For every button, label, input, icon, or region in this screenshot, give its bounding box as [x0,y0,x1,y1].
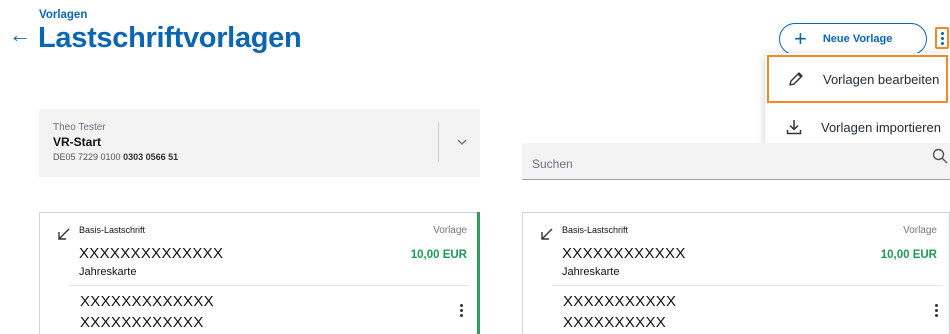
page-title: Lastschriftvorlagen [38,22,302,54]
kebab-icon [940,31,944,45]
iban-prefix: DE05 7229 0100 [53,152,121,162]
card-reference: XXXXXXXXXXX [563,293,677,310]
account-holder: Theo Tester [53,122,106,133]
card-reference-secondary: XXXXXXXXXXXX [80,314,204,331]
search-field[interactable]: Suchen [522,143,950,180]
menu-item-edit-templates[interactable]: Vorlagen bearbeiten [767,55,948,103]
menu-item-import-templates[interactable]: Vorlagen importieren [765,107,950,147]
card-divider [552,285,942,286]
card-payee: XXXXXXXXXXXXXX [79,245,224,262]
back-arrow-icon[interactable]: ← [9,24,31,46]
more-options-button[interactable] [935,27,949,49]
card-amount: 10,00 EUR [880,249,937,261]
search-placeholder: Suchen [532,157,573,171]
selected-indicator [477,212,480,334]
kebab-icon [935,304,938,317]
account-iban: DE05 7229 0100 0303 0566 51 [53,152,178,162]
arrow-down-left-icon [539,226,555,242]
card-purpose: Jahreskarte [79,266,137,278]
card-amount: 10,00 EUR [410,249,467,261]
iban-suffix: 0303 0566 51 [123,152,179,162]
card-options-button[interactable] [460,304,463,317]
menu-item-label: Vorlagen bearbeiten [823,71,940,87]
template-card[interactable]: Basis-Lastschrift Vorlage XXXXXXXXXXXX 1… [522,212,950,334]
new-template-label: Neue Vorlage [822,33,893,45]
menu-item-label: Vorlagen importieren [821,119,941,135]
card-payee: XXXXXXXXXXXX [562,245,686,262]
card-type: Basis-Lastschrift [79,225,146,235]
plus-icon: + [794,26,807,51]
new-template-button[interactable]: + Neue Vorlage [779,23,927,55]
search-icon[interactable] [931,147,949,165]
chevron-down-icon[interactable] [453,133,471,151]
card-options-button[interactable] [935,304,938,317]
account-name: VR-Start [53,135,102,149]
pencil-icon [785,68,807,90]
card-divider [69,285,469,286]
card-reference-secondary: XXXXXXXXXX [563,314,667,331]
kebab-icon [460,304,463,317]
breadcrumb[interactable]: Vorlagen [39,9,87,21]
card-badge: Vorlage [903,225,937,236]
card-badge: Vorlage [433,225,467,236]
template-card[interactable]: Basis-Lastschrift Vorlage XXXXXXXXXXXXXX… [39,212,480,334]
card-type: Basis-Lastschrift [562,225,629,235]
divider [438,122,439,162]
download-icon [783,116,805,138]
account-selector[interactable]: Theo Tester VR-Start DE05 7229 0100 0303… [39,109,480,177]
options-menu: Vorlagen bearbeiten Vorlagen importieren [765,53,950,150]
arrow-down-left-icon [56,226,72,242]
card-purpose: Jahreskarte [562,266,620,278]
card-reference: XXXXXXXXXXXXX [80,293,214,310]
